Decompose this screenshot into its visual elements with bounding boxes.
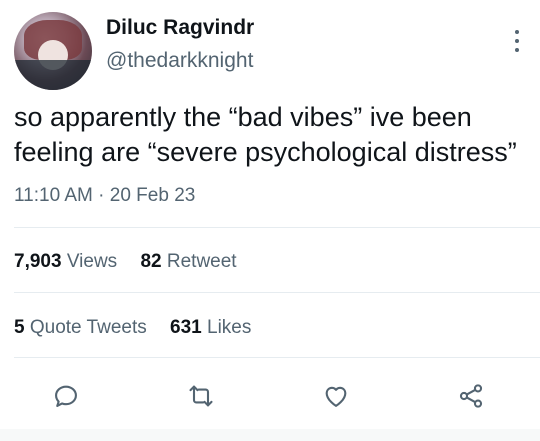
quotes-count: 5: [14, 317, 25, 338]
tweet-time: 11:10 AM: [14, 185, 93, 206]
divider: [14, 357, 540, 358]
quotes-label: Quote Tweets: [29, 317, 147, 338]
action-bar: [0, 378, 540, 414]
divider: [14, 227, 540, 228]
likes-count: 631: [170, 317, 202, 338]
views-stat[interactable]: 7,903 Views: [14, 251, 122, 272]
divider: [14, 292, 540, 293]
heart-icon[interactable]: [318, 378, 354, 414]
share-icon[interactable]: [453, 378, 489, 414]
bottom-separator: [0, 429, 540, 441]
likes-label: Likes: [207, 317, 252, 338]
retweets-stat[interactable]: 82 Retweet: [140, 251, 236, 272]
display-name[interactable]: Diluc Ragvindr: [106, 16, 254, 40]
meta-separator: ·: [98, 185, 105, 206]
likes-stat[interactable]: 631 Likes: [170, 317, 251, 338]
tweet-text-line-1: so apparently the “bad vibes” ive been: [14, 102, 472, 132]
stats-row-1: 7,903 Views 82 Retweet: [14, 251, 255, 273]
views-count: 7,903: [14, 251, 62, 272]
views-label: Views: [66, 251, 118, 272]
quote-tweets-stat[interactable]: 5 Quote Tweets: [14, 317, 152, 338]
retweets-label: Retweet: [166, 251, 237, 272]
reply-icon[interactable]: [48, 378, 84, 414]
tweet-date: 20 Feb 23: [109, 185, 196, 206]
user-handle[interactable]: @thedarkknight: [106, 49, 253, 73]
tweet-text-line-2: feeling are “severe psychological distre…: [14, 137, 517, 167]
more-vertical-icon[interactable]: [512, 30, 522, 56]
tweet-header: Diluc Ragvindr @thedarkknight: [14, 12, 526, 92]
avatar[interactable]: [14, 12, 92, 90]
retweet-icon[interactable]: [183, 378, 219, 414]
retweets-count: 82: [140, 251, 162, 272]
stats-row-2: 5 Quote Tweets 631 Likes: [14, 317, 269, 339]
tweet-text: so apparently the “bad vibes” ive been f…: [14, 100, 524, 170]
tweet-timestamp[interactable]: 11:10 AM · 20 Feb 23: [14, 185, 195, 207]
